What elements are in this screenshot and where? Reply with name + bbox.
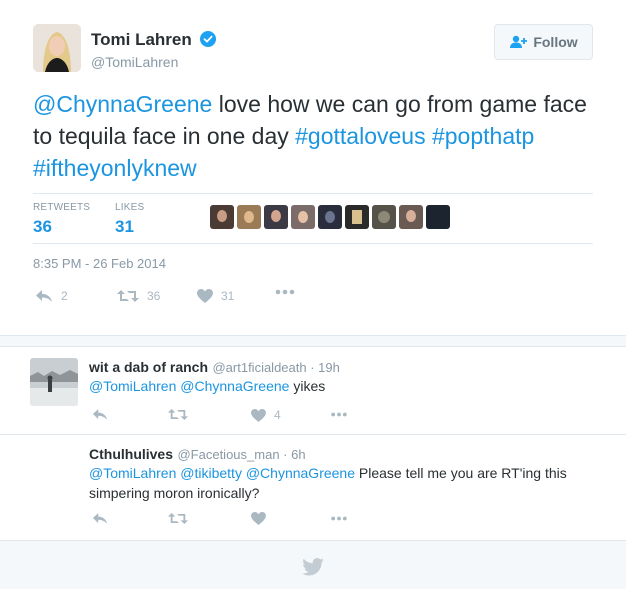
liker-avatar[interactable]: [372, 205, 396, 229]
twitter-bird-icon[interactable]: [302, 558, 324, 576]
likes-stat[interactable]: LIKES 31: [115, 202, 144, 237]
hashtag-link[interactable]: #gottaloveus: [295, 123, 425, 149]
reply-tweet: wit a dab of ranch @art1ficialdeath · 19…: [0, 348, 626, 434]
liker-avatar[interactable]: [426, 205, 450, 229]
likers-avatars: [210, 205, 450, 229]
reply-mention-link[interactable]: @tikibetty: [180, 465, 242, 481]
likes-count: 31: [115, 217, 134, 236]
reply-icon: [92, 409, 108, 420]
heart-icon: [197, 289, 213, 303]
reply-button[interactable]: 2: [35, 289, 68, 303]
likes-label: LIKES: [115, 202, 145, 213]
reply-text: @TomiLahren @ChynnaGreene yikes: [89, 376, 589, 396]
retweet-count: 36: [147, 289, 161, 303]
like-count: 31: [221, 289, 235, 303]
liker-avatar[interactable]: [264, 205, 288, 229]
reply-author-meta[interactable]: @art1ficialdeath · 19h: [212, 360, 339, 375]
retweet-button[interactable]: [168, 408, 188, 421]
retweets-stat[interactable]: RETWEETS 36: [33, 202, 90, 237]
more-button[interactable]: [330, 412, 348, 417]
like-button[interactable]: [251, 512, 266, 525]
follow-button[interactable]: Follow: [494, 24, 593, 60]
retweet-icon: [168, 513, 188, 524]
author-avatar[interactable]: [33, 24, 81, 72]
reply-header: Cthulhulives @Facetious_man · 6h: [89, 446, 306, 464]
author-handle[interactable]: @TomiLahren: [91, 54, 178, 70]
section-separator: [0, 335, 626, 347]
reply-mention-link[interactable]: @ChynnaGreene: [180, 378, 289, 394]
tweet-timestamp[interactable]: 8:35 PM - 26 Feb 2014: [33, 256, 166, 271]
reply-button[interactable]: [92, 408, 108, 421]
heart-icon: [251, 512, 266, 525]
reply-count: 2: [61, 289, 68, 303]
divider: [33, 193, 593, 194]
retweet-button[interactable]: 36: [117, 289, 160, 303]
footer: [0, 540, 626, 589]
reply-mention-link[interactable]: @ChynnaGreene: [246, 465, 355, 481]
liker-avatar[interactable]: [291, 205, 315, 229]
like-button[interactable]: 31: [197, 289, 234, 303]
liker-avatar[interactable]: [399, 205, 423, 229]
like-button[interactable]: 4: [251, 408, 281, 422]
reply-body-text: yikes: [289, 378, 326, 394]
tweet-text: @ChynnaGreene love how we can go from ga…: [33, 88, 593, 184]
reply-avatar[interactable]: [30, 358, 78, 406]
follow-label: Follow: [533, 34, 578, 50]
reply-mention-link[interactable]: @TomiLahren: [89, 378, 176, 394]
verified-badge-icon: [200, 31, 216, 47]
reply-button[interactable]: [92, 512, 108, 525]
heart-icon: [251, 408, 266, 422]
liker-avatar[interactable]: [237, 205, 261, 229]
reply-author-meta[interactable]: @Facetious_man · 6h: [177, 447, 305, 462]
retweet-icon: [168, 409, 188, 420]
add-user-icon: [510, 35, 528, 48]
divider: [33, 243, 593, 244]
hashtag-link[interactable]: #iftheyonlyknew: [33, 155, 197, 181]
reply-tweet: Cthulhulives @Facetious_man · 6h @TomiLa…: [0, 435, 626, 539]
retweets-label: RETWEETS: [33, 202, 91, 213]
reply-author-name[interactable]: wit a dab of ranch: [89, 359, 208, 375]
retweet-button[interactable]: [168, 512, 188, 525]
reply-icon: [92, 513, 108, 524]
more-button[interactable]: [330, 516, 348, 521]
retweet-icon: [117, 290, 139, 302]
liker-avatar[interactable]: [318, 205, 342, 229]
reply-mention-link[interactable]: @TomiLahren: [89, 465, 176, 481]
author-name[interactable]: Tomi Lahren: [91, 30, 192, 50]
retweets-count: 36: [33, 217, 52, 236]
more-icon: [275, 289, 295, 295]
liker-avatar[interactable]: [345, 205, 369, 229]
liker-avatar[interactable]: [210, 205, 234, 229]
tweet-mention-link[interactable]: @ChynnaGreene: [33, 91, 212, 117]
more-button[interactable]: [275, 289, 295, 295]
reply-text: @TomiLahren @tikibetty @ChynnaGreene Ple…: [89, 463, 599, 503]
main-tweet: Tomi Lahren @TomiLahren Follow @ChynnaGr…: [0, 0, 626, 335]
more-icon: [331, 412, 347, 417]
reply-author-name[interactable]: Cthulhulives: [89, 446, 173, 462]
like-count: 4: [274, 408, 281, 422]
more-icon: [331, 516, 347, 521]
reply-icon: [36, 290, 52, 302]
hashtag-link[interactable]: #popthatp: [432, 123, 534, 149]
reply-header: wit a dab of ranch @art1ficialdeath · 19…: [89, 359, 340, 377]
